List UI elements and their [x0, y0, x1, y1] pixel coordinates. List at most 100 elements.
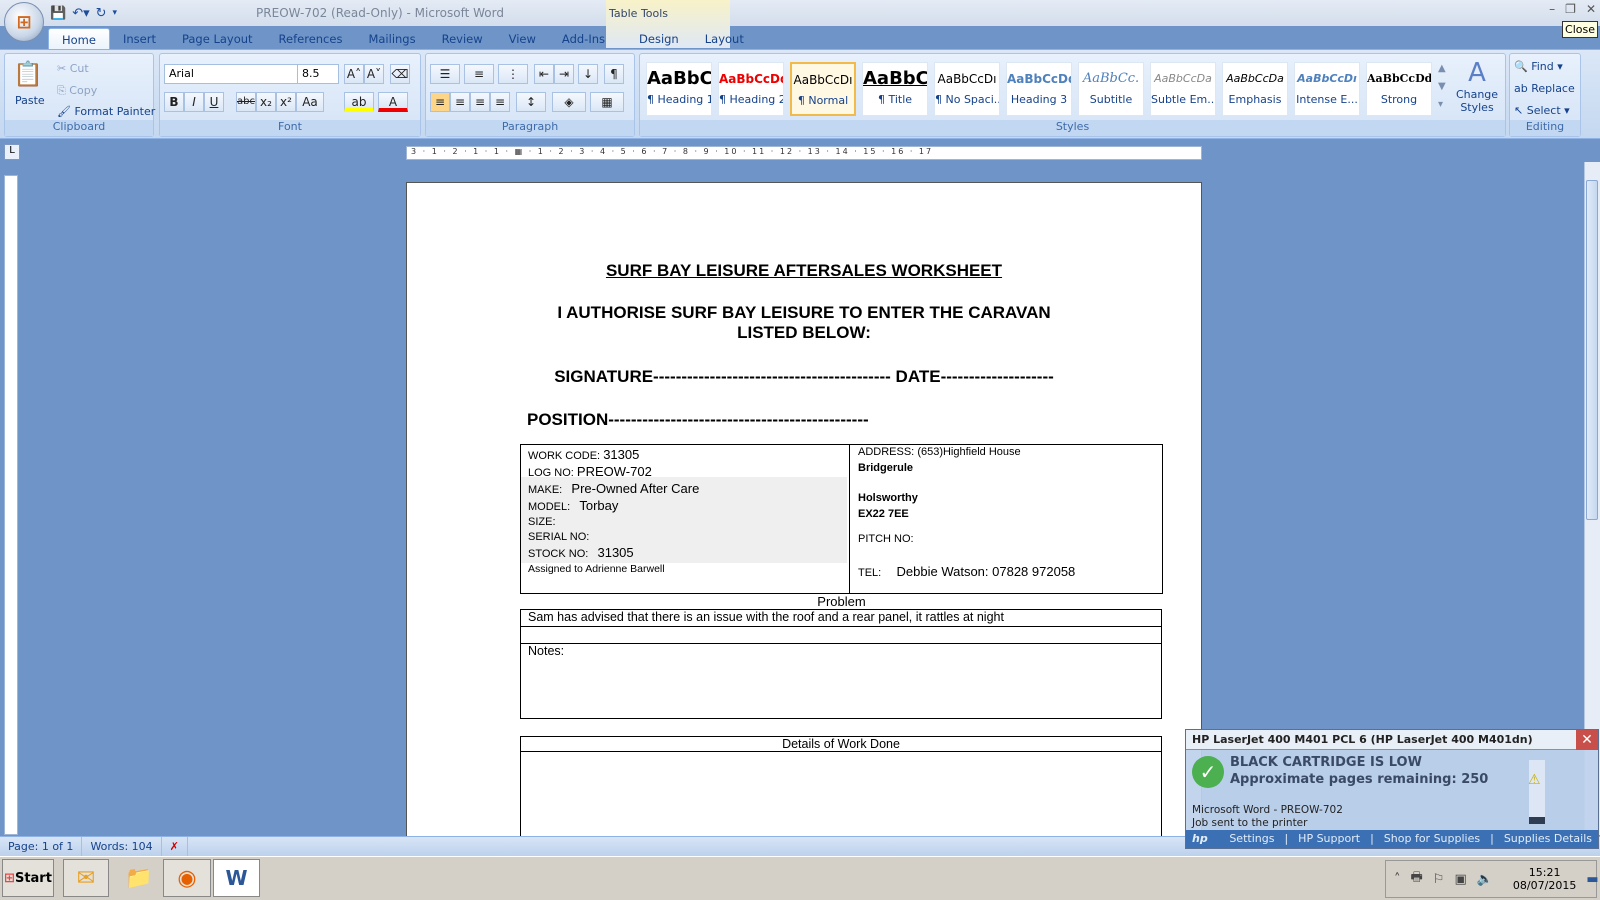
- ribbon: 📋 Paste ✂ Cut ⎘ Copy 🖌 Format Painter Cl…: [0, 49, 1600, 139]
- printer-icon[interactable]: 🖶: [1411, 868, 1423, 890]
- tab-mailings[interactable]: Mailings: [355, 28, 428, 50]
- grow-font-button[interactable]: A˄: [344, 64, 364, 84]
- subscript-button[interactable]: x₂: [256, 92, 276, 112]
- align-left-button[interactable]: ≡: [430, 92, 450, 112]
- restore-button[interactable]: ❐: [1565, 2, 1576, 16]
- tel-label: TEL:: [858, 567, 881, 579]
- horizontal-ruler[interactable]: 3 · 1 · 2 · 1 · 1 · ▦ · 1 · 2 · 3 · 4 · …: [406, 146, 1202, 160]
- justify-button[interactable]: ≡: [490, 92, 510, 112]
- style-subtitle[interactable]: AaBbCc.Subtitle: [1078, 62, 1144, 116]
- page-count[interactable]: Page: 1 of 1: [0, 837, 82, 856]
- supplies-details-link[interactable]: Supplies Details: [1504, 832, 1592, 846]
- highlight-button[interactable]: ab: [344, 92, 374, 112]
- document-page[interactable]: SURF BAY LEISURE AFTERSALES WORKSHEET I …: [406, 182, 1202, 842]
- network-icon[interactable]: ▣: [1454, 872, 1466, 887]
- show-desktop-icon[interactable]: ▬: [1586, 872, 1598, 887]
- vertical-ruler[interactable]: [4, 175, 18, 835]
- line-spacing-button[interactable]: ↕: [516, 92, 546, 112]
- decrease-indent-button[interactable]: ⇤: [534, 64, 554, 84]
- sort-button[interactable]: ↓: [578, 64, 598, 84]
- change-styles-label: Change Styles: [1452, 88, 1502, 114]
- style-subtle-emphasis[interactable]: AaBbCcDaSubtle Em...: [1150, 62, 1216, 116]
- flag-icon[interactable]: ⚐: [1433, 872, 1445, 887]
- problem-cell[interactable]: Sam has advised that there is an issue w…: [520, 609, 1162, 627]
- find-button[interactable]: 🔍 Find ▾: [1514, 60, 1563, 73]
- replace-button[interactable]: ab Replace: [1514, 82, 1575, 95]
- shrink-font-button[interactable]: A˅: [364, 64, 384, 84]
- explorer-taskbar-icon[interactable]: 📁: [118, 859, 160, 897]
- change-case-button[interactable]: Aa: [296, 92, 324, 112]
- underline-button[interactable]: U: [204, 92, 224, 112]
- superscript-button[interactable]: x²: [276, 92, 296, 112]
- numbering-button[interactable]: ≡: [464, 64, 494, 84]
- copy-button[interactable]: ⎘ Copy: [57, 84, 97, 98]
- volume-icon[interactable]: 🔈: [1477, 872, 1493, 887]
- show-hidden-icons[interactable]: ˄: [1394, 872, 1401, 887]
- style-name: ¶ Normal: [792, 94, 854, 107]
- notification-close-button[interactable]: ✕: [1576, 730, 1598, 750]
- select-button[interactable]: ↖ Select ▾: [1514, 104, 1570, 117]
- italic-button[interactable]: I: [184, 92, 204, 112]
- change-styles-button[interactable]: AChange Styles: [1452, 58, 1502, 114]
- style-normal[interactable]: AaBbCcDı¶ Normal: [790, 62, 856, 116]
- tab-view[interactable]: View: [496, 28, 549, 50]
- bold-button[interactable]: B: [164, 92, 184, 112]
- proofing-icon[interactable]: ✗: [162, 837, 188, 856]
- paste-icon[interactable]: 📋: [13, 60, 43, 88]
- hp-support-link[interactable]: HP Support: [1298, 832, 1360, 846]
- close-button[interactable]: ✕: [1586, 2, 1596, 16]
- word-count[interactable]: Words: 104: [82, 837, 161, 856]
- blank-cell[interactable]: [520, 626, 1162, 644]
- style-strong[interactable]: AaBbCcDdStrong: [1366, 62, 1432, 116]
- tab-home[interactable]: Home: [48, 28, 110, 50]
- tab-layout[interactable]: Layout: [692, 28, 757, 50]
- font-name-dropdown[interactable]: Arial: [164, 64, 298, 84]
- strikethrough-button[interactable]: abc: [236, 92, 256, 112]
- bullets-button[interactable]: ☰: [430, 64, 460, 84]
- format-painter-button[interactable]: 🖌 Format Painter: [57, 105, 155, 118]
- notes-cell[interactable]: Notes:: [520, 643, 1162, 719]
- styles-scroll[interactable]: ▲▼▾: [1438, 60, 1446, 114]
- start-button[interactable]: ⊞Start: [2, 859, 54, 897]
- scrollbar-thumb[interactable]: [1586, 180, 1598, 520]
- tab-review[interactable]: Review: [429, 28, 496, 50]
- style-no-spacing[interactable]: AaBbCcDı¶ No Spaci...: [934, 62, 1000, 116]
- settings-link[interactable]: Settings: [1229, 832, 1274, 846]
- show-marks-button[interactable]: ¶: [604, 64, 624, 84]
- tab-insert[interactable]: Insert: [110, 28, 169, 50]
- style-emphasis[interactable]: AaBbCcDaEmphasis: [1222, 62, 1288, 116]
- outlook-taskbar-icon[interactable]: ✉: [63, 859, 109, 897]
- align-right-button[interactable]: ≡: [470, 92, 490, 112]
- style-title[interactable]: AaBbC¶ Title: [862, 62, 928, 116]
- increase-indent-button[interactable]: ⇥: [554, 64, 574, 84]
- font-size-dropdown[interactable]: 8.5: [297, 64, 339, 84]
- office-button[interactable]: ⊞: [4, 2, 44, 42]
- shop-supplies-link[interactable]: Shop for Supplies: [1384, 832, 1480, 846]
- firefox-taskbar-icon[interactable]: ◉: [163, 859, 211, 897]
- address-cell[interactable]: ADDRESS: (653)Highfield House Bridgerule…: [849, 444, 1163, 594]
- work-code-value: 31305: [603, 447, 639, 462]
- tab-references[interactable]: References: [266, 28, 356, 50]
- paste-button[interactable]: Paste: [15, 94, 45, 107]
- warning-icon: ⚠: [1528, 772, 1541, 788]
- tab-selector-button[interactable]: L: [4, 144, 20, 160]
- cut-button[interactable]: ✂ Cut: [57, 62, 89, 75]
- multilevel-list-button[interactable]: ⋮: [498, 64, 528, 84]
- shading-button[interactable]: ◈: [552, 92, 586, 112]
- style-heading-1[interactable]: AaBbC¶ Heading 1: [646, 62, 712, 116]
- clock[interactable]: 15:2108/07/2015: [1513, 866, 1576, 892]
- style-heading-2[interactable]: AaBbCcDd¶ Heading 2: [718, 62, 784, 116]
- font-color-button[interactable]: A: [378, 92, 408, 112]
- center-button[interactable]: ≡: [450, 92, 470, 112]
- style-heading-3[interactable]: AaBbCcDdHeading 3: [1006, 62, 1072, 116]
- clear-formatting-button[interactable]: ⌫: [390, 64, 410, 84]
- log-value: PREOW-702: [577, 464, 652, 479]
- style-intense-emphasis[interactable]: AaBbCcDıIntense E...: [1294, 62, 1360, 116]
- tab-design[interactable]: Design: [626, 28, 692, 50]
- minimize-button[interactable]: –: [1549, 2, 1555, 16]
- borders-button[interactable]: ▦: [590, 92, 624, 112]
- tab-page-layout[interactable]: Page Layout: [169, 28, 266, 50]
- tab-add-ins[interactable]: Add-Ins: [549, 28, 618, 50]
- word-taskbar-icon[interactable]: W: [213, 859, 260, 897]
- vehicle-details-cell[interactable]: WORK CODE: 31305 LOG NO: PREOW-702 MAKE:…: [520, 444, 850, 594]
